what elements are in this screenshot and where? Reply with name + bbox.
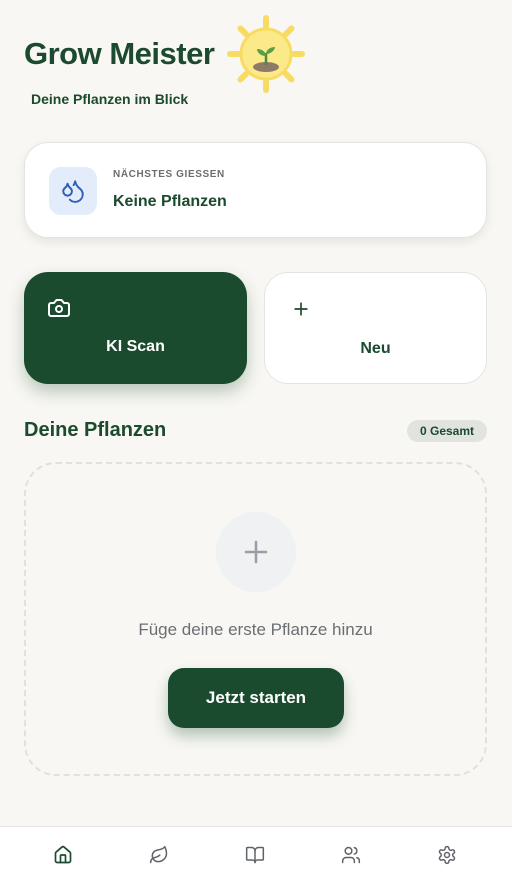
start-button[interactable]: Jetzt starten	[168, 668, 344, 728]
camera-icon	[47, 296, 71, 320]
plants-section-title: Deine Pflanzen	[24, 419, 167, 441]
plus-icon	[291, 299, 311, 319]
next-watering-label: NÄCHSTES GIESSEN	[113, 169, 225, 180]
sun-with-sprout-icon	[226, 14, 306, 94]
next-watering-card: NÄCHSTES GIESSEN Keine Pflanzen	[24, 142, 487, 238]
ki-scan-button[interactable]: KI Scan	[24, 272, 247, 384]
bottom-nav	[0, 826, 512, 882]
new-plant-label: Neu	[360, 340, 391, 357]
new-plant-button[interactable]: Neu	[264, 272, 487, 384]
gear-icon	[437, 845, 457, 865]
ki-scan-label: KI Scan	[106, 338, 165, 355]
users-icon	[341, 845, 361, 865]
leaf-icon	[149, 845, 169, 865]
app-subtitle: Deine Pflanzen im Blick	[31, 91, 189, 107]
app-header: Grow Meister Deine Pflanzen im Blick	[24, 14, 494, 114]
add-plant-plus-icon	[216, 512, 296, 592]
nav-settings[interactable]	[427, 827, 467, 882]
empty-state-text: Füge deine erste Pflanze hinzu	[138, 620, 373, 639]
next-watering-value: Keine Pflanzen	[113, 193, 227, 210]
nav-guide[interactable]	[235, 827, 275, 882]
water-drops-icon	[49, 167, 97, 215]
nav-home[interactable]	[43, 827, 83, 882]
empty-plants-placeholder: Füge deine erste Pflanze hinzu Jetzt sta…	[24, 462, 487, 776]
nav-community[interactable]	[331, 827, 371, 882]
book-icon	[245, 845, 265, 865]
app-title: Grow Meister	[24, 36, 215, 71]
plant-count-badge: 0 Gesamt	[407, 420, 487, 442]
home-icon	[53, 845, 73, 865]
nav-plants[interactable]	[139, 827, 179, 882]
